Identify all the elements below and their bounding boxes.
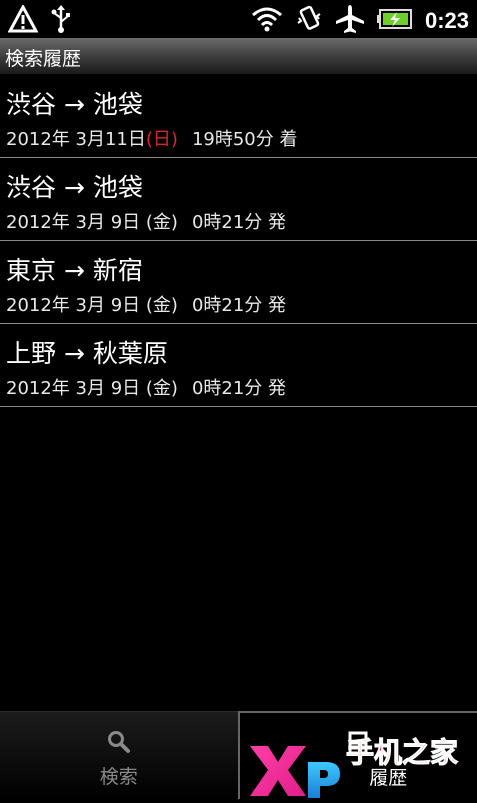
datetime-text: 2012年 3月 9日 (金) 0時21分 発 <box>6 291 286 317</box>
tab-search-label: 検索 <box>0 762 238 789</box>
route-text: 渋谷 → 池袋 <box>6 168 143 204</box>
route-text: 上野 → 秋葉原 <box>6 334 168 370</box>
airplane-icon <box>335 4 365 38</box>
history-item[interactable]: 東京 → 新宿 2012年 3月 9日 (金) 0時21分 発 <box>0 241 477 324</box>
search-icon <box>107 730 131 758</box>
warning-icon <box>8 5 38 37</box>
time-text: 19時50分 着 <box>192 129 298 150</box>
day-of-week: (金) <box>146 212 178 233</box>
datetime-text: 2012年 3月11日(日) 19時50分 着 <box>6 125 297 151</box>
status-bar: 0:23 <box>0 0 477 38</box>
history-item[interactable]: 上野 → 秋葉原 2012年 3月 9日 (金) 0時21分 発 <box>0 324 477 407</box>
clock: 0:23 <box>425 8 469 34</box>
watermark-text: 手机之家 <box>346 736 458 769</box>
history-list: 渋谷 → 池袋 2012年 3月11日(日) 19時50分 着 渋谷 → 池袋 2… <box>0 75 477 407</box>
page-title: 検索履歴 <box>5 44 81 71</box>
date-text: 2012年 3月 9日 <box>6 295 140 316</box>
day-of-week: (日) <box>146 129 178 150</box>
watermark-logo: 手机之家 <box>242 724 477 799</box>
vibrate-icon <box>295 5 323 37</box>
route-text: 渋谷 → 池袋 <box>6 85 143 121</box>
time-text: 0時21分 発 <box>192 212 286 233</box>
date-text: 2012年 3月 9日 <box>6 212 140 233</box>
battery-icon <box>377 8 413 34</box>
title-bar: 検索履歴 <box>0 38 477 75</box>
date-text: 2012年 3月11日 <box>6 129 146 150</box>
route-text: 東京 → 新宿 <box>6 251 143 287</box>
tab-search[interactable]: 検索 <box>0 711 238 799</box>
datetime-text: 2012年 3月 9日 (金) 0時21分 発 <box>6 208 286 234</box>
history-item[interactable]: 渋谷 → 池袋 2012年 3月 9日 (金) 0時21分 発 <box>0 158 477 241</box>
time-text: 0時21分 発 <box>192 378 286 399</box>
day-of-week: (金) <box>146 378 178 399</box>
day-of-week: (金) <box>146 295 178 316</box>
date-text: 2012年 3月 9日 <box>6 378 140 399</box>
wifi-icon <box>251 5 283 37</box>
history-item[interactable]: 渋谷 → 池袋 2012年 3月11日(日) 19時50分 着 <box>0 75 477 158</box>
datetime-text: 2012年 3月 9日 (金) 0時21分 発 <box>6 374 286 400</box>
usb-icon <box>50 4 72 38</box>
time-text: 0時21分 発 <box>192 295 286 316</box>
